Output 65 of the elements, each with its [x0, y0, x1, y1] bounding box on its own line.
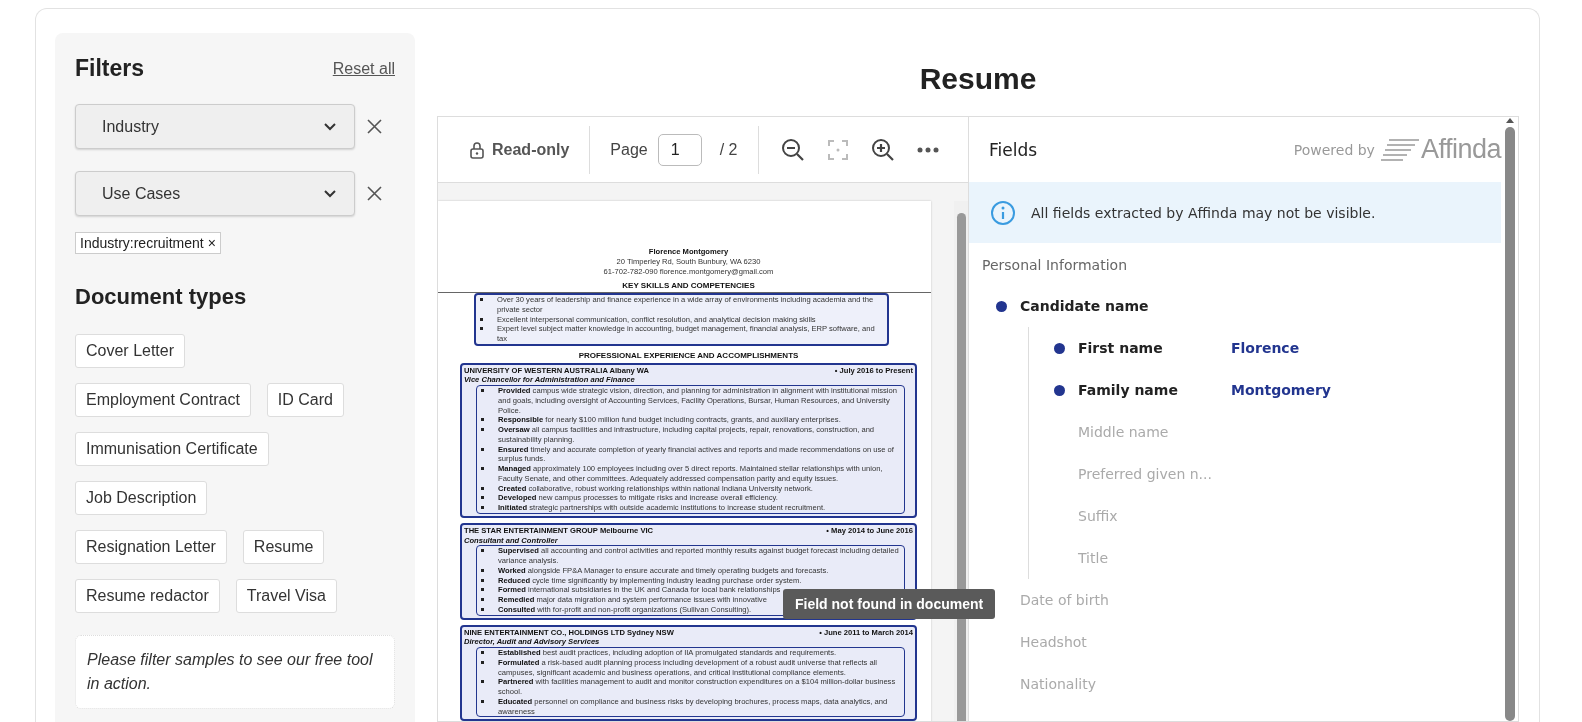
document-type-button[interactable]: ID Card [266, 383, 344, 417]
more-icon[interactable] [916, 146, 939, 153]
section-heading: Personal Information [981, 256, 1128, 275]
document-type-button[interactable]: Resume redactor [75, 579, 220, 613]
bullet-icon [481, 588, 484, 592]
read-only-label: Read-only [438, 140, 590, 159]
page-label: Page [610, 140, 648, 159]
page-total: / 2 [719, 140, 738, 159]
reset-all-link[interactable]: Reset all [332, 59, 395, 78]
filters-heading: Filters [75, 55, 145, 82]
bullet-icon [481, 496, 484, 500]
bullet-icon [481, 467, 484, 470]
remove-chip-button[interactable]: × [207, 235, 216, 251]
bullet-icon [480, 317, 483, 321]
info-banner: All fields extracted by Affinda may not be visible. [969, 182, 1501, 243]
zoom-out-icon[interactable] [780, 137, 805, 162]
document-type-button[interactable]: Resume [242, 530, 325, 564]
filter-dropdown[interactable]: Industry [75, 104, 355, 149]
bullet-icon [481, 506, 484, 509]
bullet-icon [481, 389, 484, 392]
bullet-icon [481, 486, 484, 490]
info-note: Please filter samples to see our free tool in action. [75, 635, 395, 709]
info-icon [991, 200, 1015, 225]
bullet-icon [481, 651, 484, 654]
document-heading: PROFESSIONAL EXPERIENCE AND ACCOMPLISHMENTS [577, 350, 800, 361]
page-title: Resume [918, 63, 1038, 95]
bullet-icon [481, 660, 484, 664]
bullet-icon [481, 680, 484, 684]
field-row[interactable]: Candidate name [996, 285, 1501, 327]
document-heading: KEY SKILLS AND COMPETENCIES [621, 281, 756, 291]
chevron-down-icon [324, 122, 336, 131]
document-type-button[interactable]: Cover Letter [75, 334, 186, 368]
clear-icon[interactable] [367, 119, 382, 134]
zoom-in-icon[interactable] [870, 137, 895, 162]
bullet-icon [481, 598, 484, 601]
clear-icon[interactable] [367, 186, 382, 201]
bullet-icon [480, 327, 483, 331]
bullet-icon [481, 699, 484, 703]
lock-icon [470, 140, 484, 159]
panel-title: Fields [989, 139, 1038, 160]
field-row[interactable]: Family name Montgomery [1054, 369, 1501, 411]
filter-dropdown[interactable]: Use Cases [75, 171, 355, 216]
page-number-field[interactable]: 1 [657, 133, 702, 166]
document-type-button[interactable]: Employment Contract [75, 383, 251, 417]
brand-logo: Affinda [1380, 134, 1501, 165]
bullet-icon [481, 447, 484, 451]
document-type-button[interactable]: Resignation Letter [75, 530, 227, 564]
document-type-button[interactable]: Travel Visa [235, 579, 337, 613]
bullet-icon [481, 549, 484, 553]
bullet-icon [481, 428, 484, 431]
document-type-button[interactable]: Immunisation Certificate [75, 432, 269, 466]
bullet-icon [481, 607, 484, 611]
chevron-down-icon [324, 189, 336, 198]
document-type-button[interactable]: Job Description [75, 481, 208, 515]
field-row[interactable]: First name Florence [1054, 327, 1501, 369]
filter-chip: Industry:recruitment × [75, 232, 221, 254]
bullet-icon [480, 298, 483, 301]
section-heading: Document types [75, 284, 248, 310]
bullet-icon [481, 578, 484, 582]
powered-by-label: Powered by [1293, 141, 1375, 158]
arrow-up-icon[interactable] [1505, 117, 1514, 123]
bullet-icon [481, 418, 484, 422]
lines-icon [1380, 137, 1419, 162]
tooltip: Field not found in document [783, 589, 996, 619]
bullet-icon [481, 568, 484, 572]
